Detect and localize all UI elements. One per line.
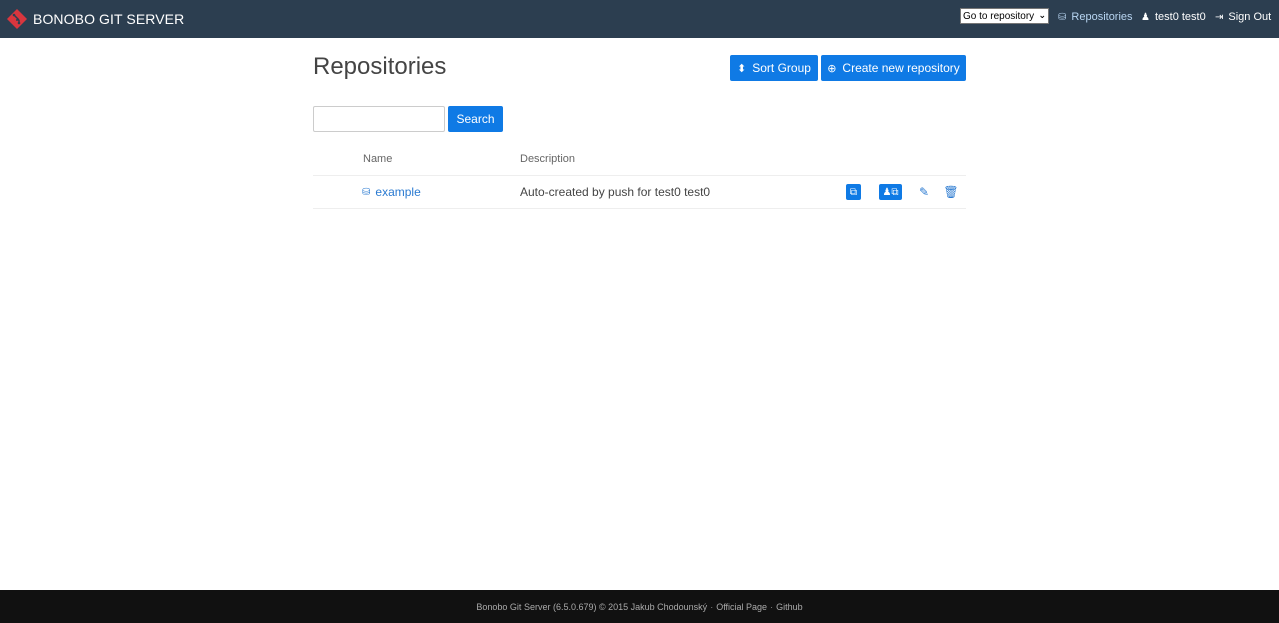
- github-link[interactable]: Github: [776, 602, 803, 612]
- sort-icon: ⬍: [737, 62, 747, 75]
- nav-user-link[interactable]: ♟ test0 test0: [1141, 0, 1206, 34]
- footer-separator: ·: [770, 601, 774, 612]
- user-clone-icon: ♟⧉: [882, 186, 899, 198]
- clone-icon: ⧉: [849, 186, 858, 198]
- user-icon: ♟: [1141, 11, 1150, 23]
- search-button-label: Search: [456, 112, 495, 126]
- create-repository-button[interactable]: ⊕ Create new repository: [821, 55, 966, 81]
- git-logo-icon: [7, 9, 27, 29]
- delete-icon: 🗑: [943, 185, 959, 199]
- delete-repository-button[interactable]: 🗑: [943, 184, 959, 200]
- logout-icon: ⇥: [1215, 11, 1224, 23]
- table-row-divider: [313, 208, 966, 209]
- edit-repository-button[interactable]: ✎: [917, 184, 931, 200]
- footer-copyright: Bonobo Git Server (6.5.0.679) © 2015 Jak…: [476, 601, 708, 612]
- column-header-description: Description: [520, 153, 576, 165]
- go-to-repository-select[interactable]: Go to repository ⌄: [960, 8, 1049, 24]
- nav-repositories-link[interactable]: ⛁ Repositories: [1058, 0, 1133, 34]
- sort-group-label: Sort Group: [752, 61, 811, 75]
- repository-name: example: [375, 185, 421, 199]
- edit-icon: ✎: [918, 185, 930, 199]
- brand-name: BONOBO GIT SERVER: [33, 11, 185, 27]
- top-navbar: BONOBO GIT SERVER Go to repository ⌄ ⛁ R…: [0, 0, 1279, 38]
- nav-repositories-label: Repositories: [1071, 11, 1133, 23]
- go-to-repository-value: Go to repository: [963, 10, 1035, 22]
- repository-description: Auto-created by push for test0 test0: [520, 185, 711, 199]
- clone-url-button[interactable]: ⧉: [846, 184, 861, 200]
- official-page-link[interactable]: Official Page: [716, 602, 767, 612]
- hdd-icon: ⛁: [1058, 11, 1067, 23]
- nav-signout-label: Sign Out: [1228, 11, 1272, 23]
- page-title: Repositories: [313, 53, 447, 80]
- table-divider: [313, 175, 966, 176]
- column-header-name: Name: [363, 153, 393, 165]
- chevron-down-icon: ⌄: [1038, 10, 1046, 20]
- search-input[interactable]: [313, 106, 445, 132]
- sort-group-button[interactable]: ⬍ Sort Group: [730, 55, 818, 81]
- nav-user-label: test0 test0: [1154, 11, 1206, 23]
- plus-circle-icon: ⊕: [827, 62, 837, 75]
- hdd-icon: ⛁: [362, 186, 371, 198]
- clone-url-with-user-button[interactable]: ♟⧉: [879, 184, 902, 200]
- footer-separator: ·: [710, 601, 714, 612]
- brand[interactable]: BONOBO GIT SERVER: [6, 0, 184, 38]
- create-repository-label: Create new repository: [842, 61, 960, 75]
- repository-name-link[interactable]: ⛁ example: [362, 185, 421, 199]
- footer: Bonobo Git Server (6.5.0.679) © 2015 Jak…: [0, 590, 1279, 623]
- search-button[interactable]: Search: [448, 106, 503, 132]
- nav-signout-link[interactable]: ⇥ Sign Out: [1215, 0, 1271, 34]
